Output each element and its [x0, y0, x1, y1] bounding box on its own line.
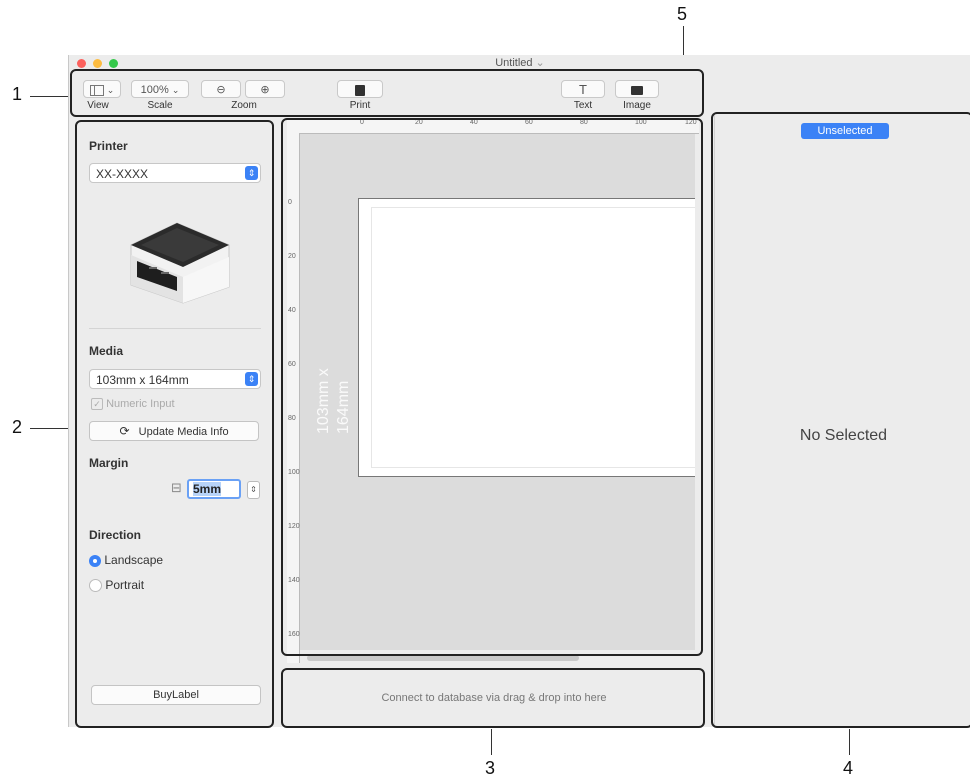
zoom-window-button[interactable] [109, 59, 118, 68]
database-frame [281, 668, 705, 728]
callout-5: 5 [677, 4, 688, 24]
callout-4-line [849, 729, 850, 755]
callout-2: 2 [12, 417, 23, 437]
settings-panel-frame [75, 120, 274, 728]
toolbar-frame [70, 69, 704, 117]
callout-3-line [491, 729, 492, 755]
callout-4: 4 [843, 758, 854, 778]
canvas-frame [281, 118, 703, 656]
callout-3: 3 [485, 758, 496, 778]
minimize-window-button[interactable] [93, 59, 102, 68]
callout-1: 1 [12, 84, 23, 104]
close-window-button[interactable] [77, 59, 86, 68]
window-title: Untitled [495, 57, 533, 69]
inspector-frame [711, 112, 970, 728]
